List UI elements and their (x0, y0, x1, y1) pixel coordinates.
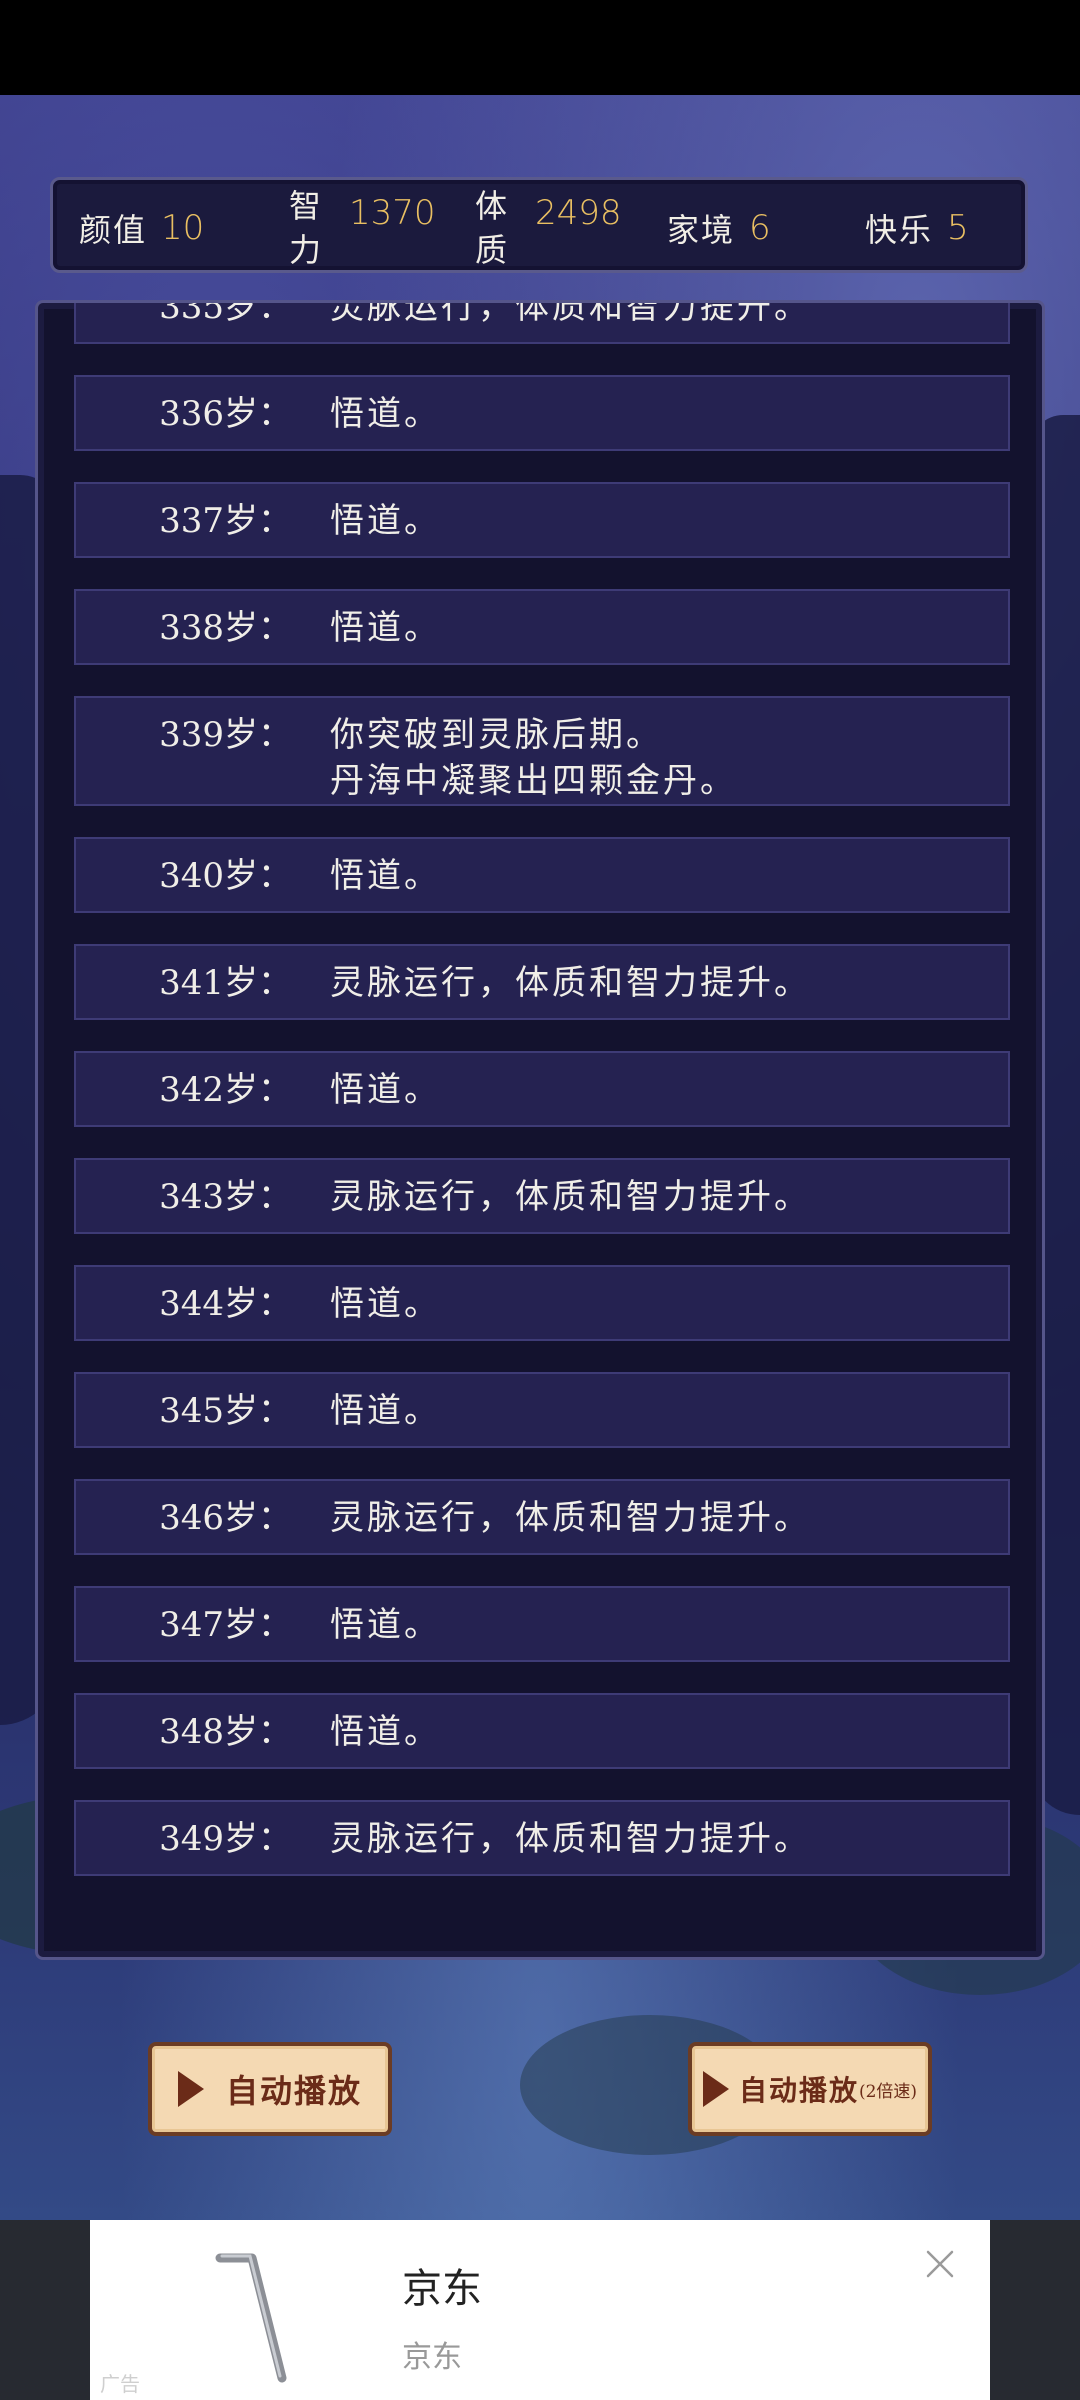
life-log-panel[interactable]: 335岁： 灵脉运行，体质和智力提升。 336岁： 悟道。 337岁： 悟道。 338岁： 悟… (35, 300, 1045, 1960)
log-row: 349岁： 灵脉运行，体质和智力提升。 (74, 1800, 1010, 1876)
log-event-line: 悟道。 (330, 608, 441, 648)
log-row: 344岁： 悟道。 (74, 1265, 1010, 1341)
log-event: 灵脉运行，体质和智力提升。 (310, 1816, 811, 1862)
log-age: 346岁： (159, 1498, 292, 1538)
log-age: 335岁： (159, 300, 292, 327)
log-event-line: 悟道。 (330, 501, 441, 541)
log-event: 灵脉运行，体质和智力提升。 (310, 300, 811, 330)
log-event-line: 悟道。 (330, 1391, 441, 1431)
log-age: 340岁： (159, 856, 292, 896)
log-row: 347岁： 悟道。 (74, 1586, 1010, 1662)
log-row: 339岁： 你突破到灵脉后期。丹海中凝聚出四颗金丹。 (74, 696, 1010, 806)
stat-constitution: 体质 2498 (475, 180, 622, 276)
log-event-line: 悟道。 (330, 1284, 441, 1324)
log-event-line: 悟道。 (330, 394, 441, 434)
log-row: 343岁： 灵脉运行，体质和智力提升。 (74, 1158, 1010, 1234)
log-event-line: 灵脉运行，体质和智力提升。 (330, 1177, 811, 1217)
auto-play-label: 自动播放 (225, 2072, 362, 2110)
log-event-line: 灵脉运行，体质和智力提升。 (330, 300, 811, 327)
log-event: 悟道。 (310, 1067, 441, 1113)
log-age: 343岁： (159, 1177, 292, 1217)
log-row: 335岁： 灵脉运行，体质和智力提升。 (74, 300, 1010, 344)
log-event: 灵脉运行，体质和智力提升。 (310, 1495, 811, 1541)
log-age: 342岁： (159, 1070, 292, 1110)
log-event-line: 悟道。 (330, 1712, 441, 1752)
auto-play-button[interactable]: 自动播放 (148, 2042, 392, 2136)
log-event: 悟道。 (310, 1388, 441, 1434)
log-age: 339岁： (159, 715, 292, 755)
log-age: 345岁： (159, 1391, 292, 1431)
ad-banner-area: 广告 京东 京东 (0, 2220, 1080, 2400)
auto-play-fast-button[interactable]: 自动播放 (2倍速) (688, 2042, 932, 2136)
ad-banner[interactable]: 广告 京东 京东 (90, 2220, 990, 2400)
log-event: 悟道。 (310, 391, 441, 437)
log-event-line: 灵脉运行，体质和智力提升。 (330, 963, 811, 1003)
hex-key-icon (215, 2253, 287, 2383)
auto-play-fast-label: 自动播放 (738, 2074, 859, 2107)
log-age: 347岁： (159, 1605, 292, 1645)
log-event-line: 悟道。 (330, 1070, 441, 1110)
log-row: 336岁： 悟道。 (74, 375, 1010, 451)
log-row: 337岁： 悟道。 (74, 482, 1010, 558)
log-event: 悟道。 (310, 1281, 441, 1327)
log-event-line: 灵脉运行，体质和智力提升。 (330, 1498, 811, 1538)
log-event-line: 丹海中凝聚出四颗金丹。 (330, 761, 737, 801)
stat-value: 10 (161, 208, 205, 248)
log-row: 345岁： 悟道。 (74, 1372, 1010, 1448)
stat-label: 智力 (289, 187, 324, 269)
stat-label: 颜值 (79, 211, 148, 249)
stat-family: 家境 6 (667, 180, 771, 276)
stat-label: 快乐 (865, 211, 934, 249)
ad-title[interactable]: 京东 (402, 2256, 482, 2314)
play-icon (702, 2071, 729, 2107)
stat-appearance: 颜值 10 (79, 180, 204, 276)
stat-value: 5 (947, 208, 969, 248)
log-row: 338岁： 悟道。 (74, 589, 1010, 665)
speed-note: (2倍速) (858, 2081, 918, 2102)
stat-label: 体质 (475, 187, 510, 269)
close-icon[interactable] (920, 2244, 960, 2284)
log-age: 344岁： (159, 1284, 292, 1324)
log-event: 悟道。 (310, 605, 441, 651)
log-event: 悟道。 (310, 498, 441, 544)
log-row: 341岁： 灵脉运行，体质和智力提升。 (74, 944, 1010, 1020)
log-row: 342岁： 悟道。 (74, 1051, 1010, 1127)
log-age: 341岁： (159, 963, 292, 1003)
stats-bar: 颜值 10 智力 1370 体质 2498 家境 6 快乐 5 (50, 177, 1028, 273)
log-event: 灵脉运行，体质和智力提升。 (310, 960, 811, 1006)
log-age: 348岁： (159, 1712, 292, 1752)
log-age: 338岁： (159, 608, 292, 648)
log-event-line: 你突破到灵脉后期。 (330, 715, 663, 755)
stat-value: 6 (749, 208, 771, 248)
log-event-line: 灵脉运行，体质和智力提升。 (330, 1819, 811, 1859)
log-event: 悟道。 (310, 853, 441, 899)
log-event: 悟道。 (310, 1709, 441, 1755)
stat-value: 1370 (349, 193, 436, 233)
ad-tag: 广告 (100, 2372, 140, 2396)
log-row: 340岁： 悟道。 (74, 837, 1010, 913)
stat-label: 家境 (667, 211, 736, 249)
log-event: 你突破到灵脉后期。丹海中凝聚出四颗金丹。 (310, 712, 737, 804)
log-event: 悟道。 (310, 1602, 441, 1648)
log-event-line: 悟道。 (330, 856, 441, 896)
log-age: 337岁： (159, 501, 292, 541)
log-age: 336岁： (159, 394, 292, 434)
stat-happiness: 快乐 5 (865, 180, 969, 276)
life-log-list: 335岁： 灵脉运行，体质和智力提升。 336岁： 悟道。 337岁： 悟道。 338岁： 悟… (74, 300, 1010, 1907)
log-age: 349岁： (159, 1819, 292, 1859)
log-row: 348岁： 悟道。 (74, 1693, 1010, 1769)
stat-intelligence: 智力 1370 (289, 180, 436, 276)
play-icon (177, 2071, 204, 2107)
log-event-line: 悟道。 (330, 1605, 441, 1645)
log-event: 灵脉运行，体质和智力提升。 (310, 1174, 811, 1220)
stat-value: 2498 (535, 193, 622, 233)
ad-subtitle: 京东 (402, 2340, 462, 2375)
log-row: 346岁： 灵脉运行，体质和智力提升。 (74, 1479, 1010, 1555)
